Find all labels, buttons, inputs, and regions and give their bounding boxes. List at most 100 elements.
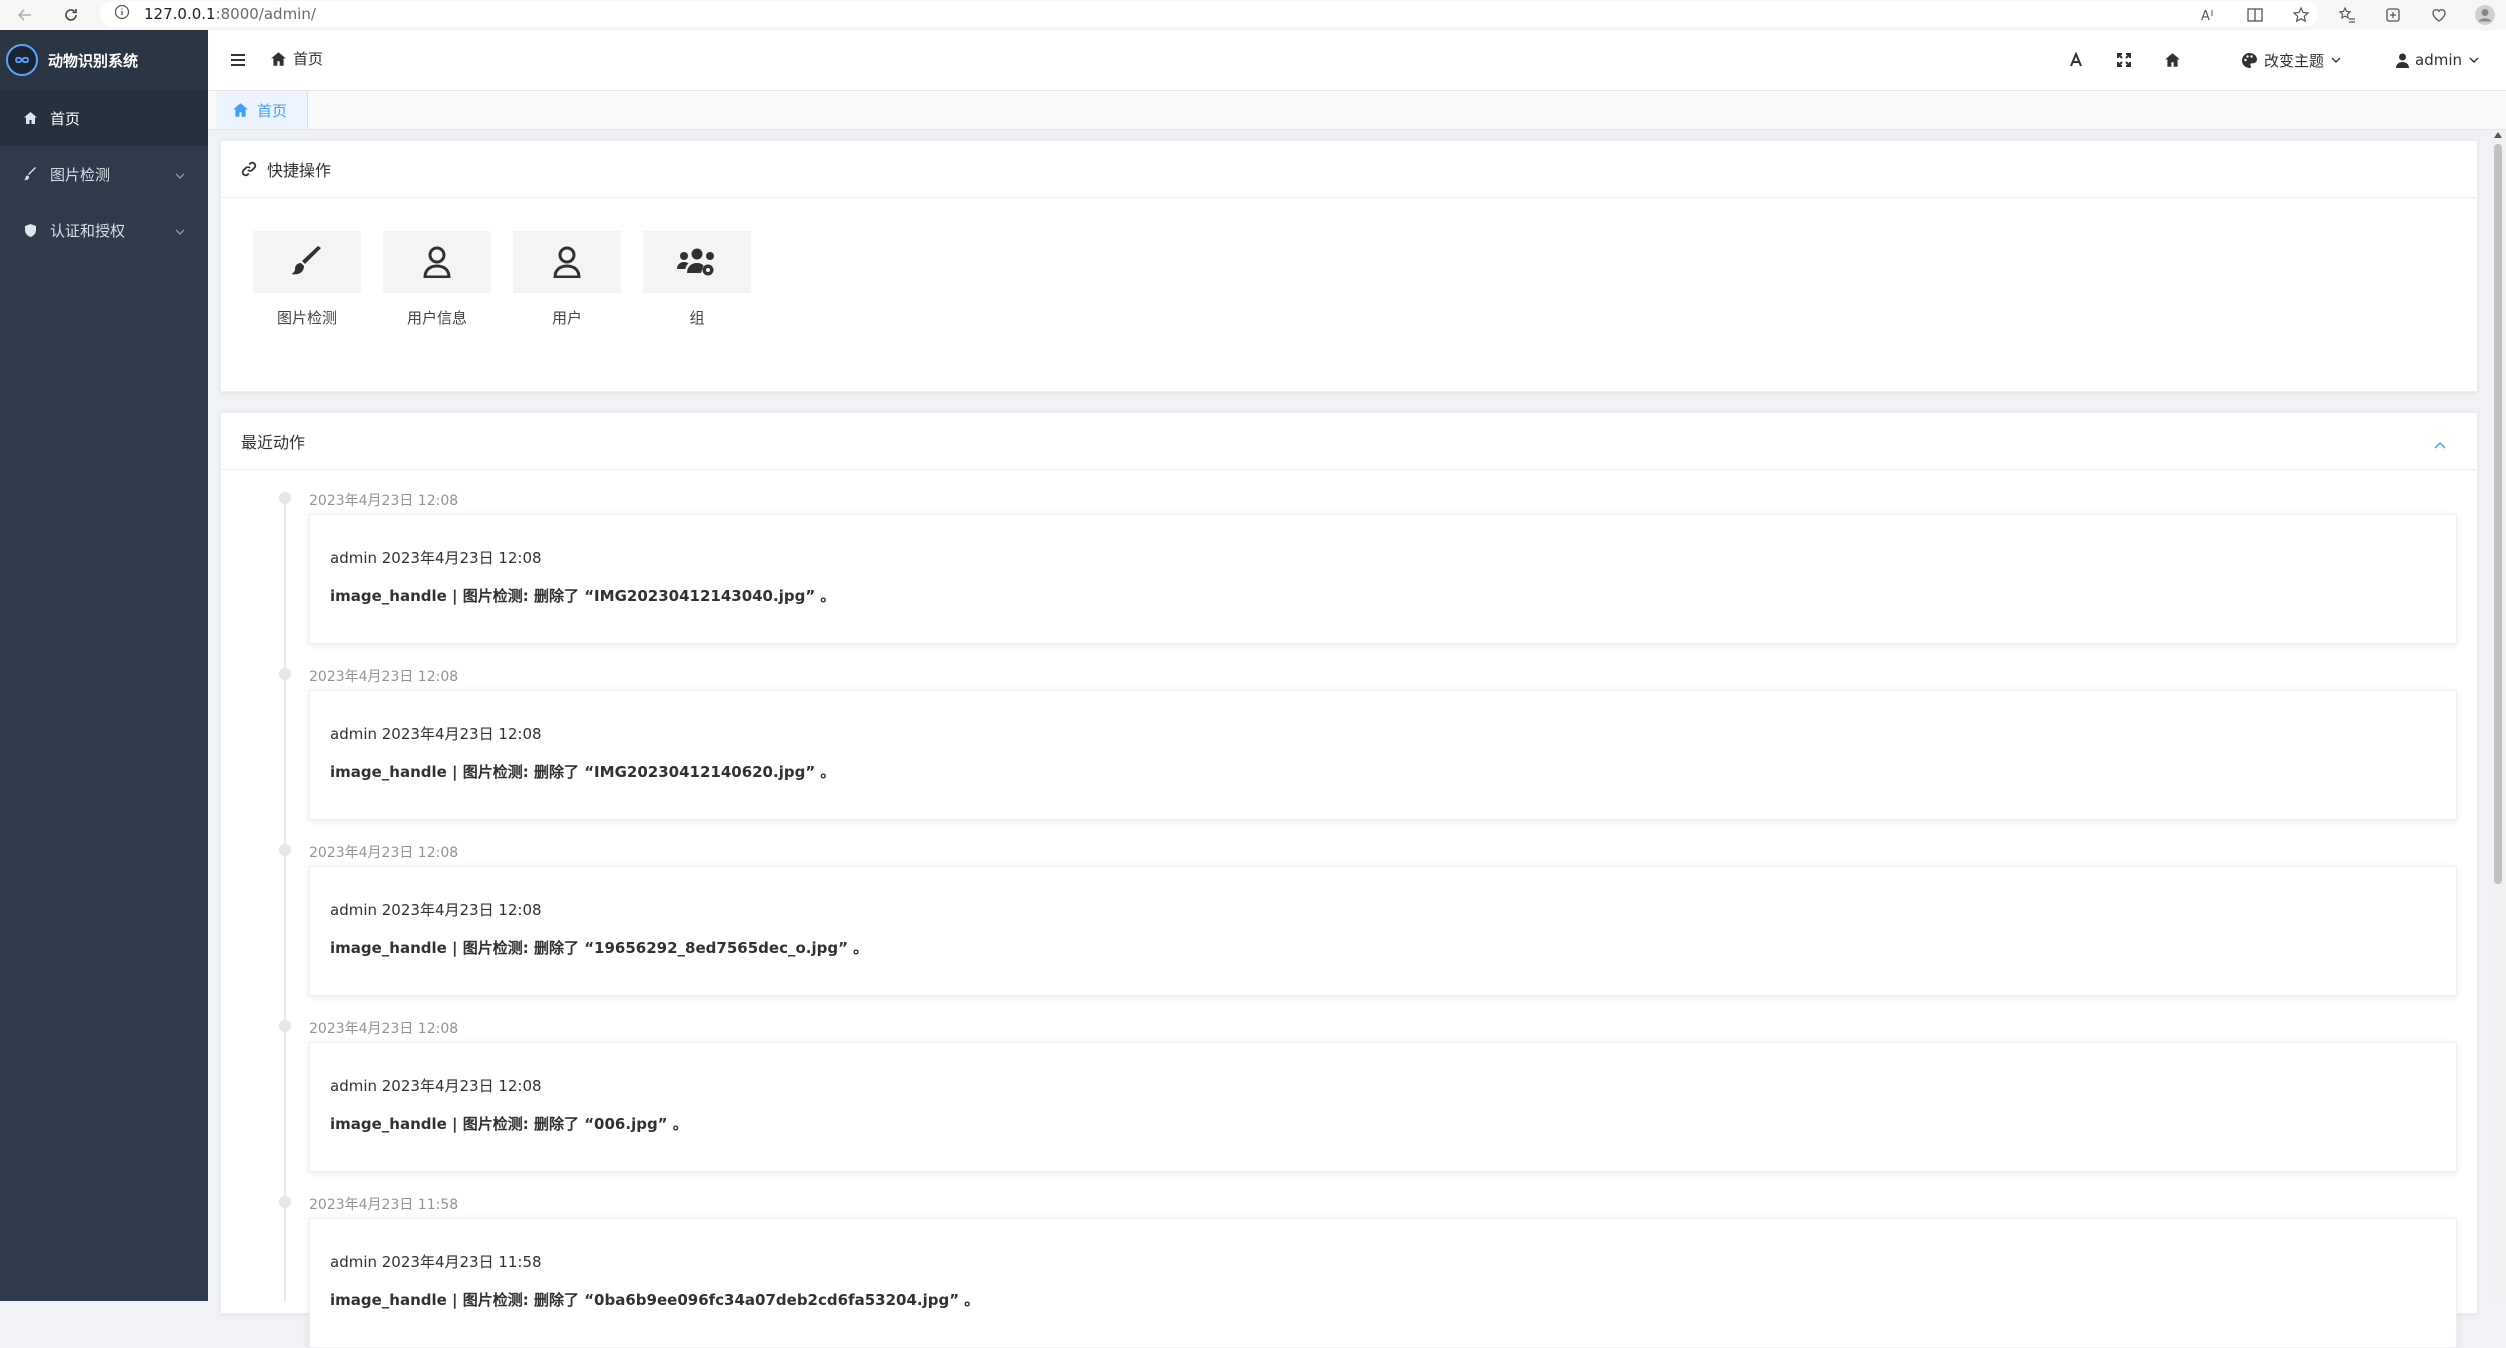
tabs-bar: 首页 xyxy=(208,91,2506,130)
font-icon xyxy=(2070,52,2082,67)
arrow-left-icon xyxy=(17,9,31,21)
chevron-up-icon xyxy=(2434,442,2446,449)
timeline-entry: admin 2023年4月23日 12:08 image_handle | 图片… xyxy=(309,514,2457,644)
brand[interactable]: 动物识别系统 xyxy=(0,30,208,90)
timeline-dot xyxy=(279,844,291,856)
quick-action-label: 用户 xyxy=(551,309,582,327)
user-label: admin xyxy=(2415,51,2462,69)
timeline-entry: admin 2023年4月23日 11:58 image_handle | 图片… xyxy=(309,1218,2457,1348)
timeline-dot xyxy=(279,492,291,504)
timeline-line xyxy=(284,495,286,1301)
entry-message[interactable]: image_handle | 图片检测: 删除了 “0ba6b9ee096fc3… xyxy=(330,1289,979,1310)
timeline-entry: admin 2023年4月23日 12:08 image_handle | 图片… xyxy=(309,1042,2457,1172)
theme-label: 改变主题 xyxy=(2263,51,2324,70)
browser-toolbar: 127.0.0.1:8000/admin/ A xyxy=(0,0,2506,31)
expand-icon xyxy=(2116,53,2131,67)
home-icon xyxy=(233,103,248,117)
recent-actions-header: 最近动作 xyxy=(221,413,2477,470)
tab-home[interactable]: 首页 xyxy=(216,91,309,129)
sidebar-item-home[interactable]: 首页 xyxy=(0,90,208,146)
shield-icon xyxy=(22,222,38,238)
chevron-down-icon xyxy=(2331,57,2341,63)
scroll-up-arrow[interactable] xyxy=(2494,132,2502,138)
brush-icon xyxy=(22,166,38,182)
reader-mode-icon[interactable] xyxy=(2242,2,2268,28)
timeline-time: 2023年4月23日 12:08 xyxy=(309,845,459,861)
read-aloud-icon[interactable]: A xyxy=(2196,2,2222,28)
font-size-button[interactable] xyxy=(2068,52,2084,68)
home-icon xyxy=(22,110,38,126)
sidebar-item-label: 图片检测 xyxy=(50,165,111,184)
sidebar-item-label: 首页 xyxy=(50,109,81,128)
site-home-button[interactable] xyxy=(2164,52,2181,68)
timeline-time: 2023年4月23日 12:08 xyxy=(309,493,459,509)
chevron-down-icon xyxy=(174,222,186,240)
back-button[interactable] xyxy=(12,2,38,28)
timeline-entry: admin 2023年4月23日 12:08 image_handle | 图片… xyxy=(309,690,2457,820)
quick-actions-header: 快捷操作 xyxy=(221,141,2477,198)
entry-author: admin 2023年4月23日 12:08 xyxy=(330,549,542,567)
brand-title: 动物识别系统 xyxy=(48,51,139,70)
favorites-list-icon[interactable] xyxy=(2334,2,2360,28)
user-icon xyxy=(553,246,581,278)
site-info-icon[interactable] xyxy=(114,4,130,24)
page-scrollbar[interactable] xyxy=(2490,130,2506,1301)
quick-action-groups[interactable]: 组 xyxy=(643,231,751,328)
top-header: 首页 改变主题 admin xyxy=(208,30,2506,91)
profile-avatar-icon[interactable] xyxy=(2472,2,2498,28)
url-path: :8000/admin/ xyxy=(215,5,316,23)
theme-dropdown[interactable]: 改变主题 xyxy=(2241,50,2342,71)
scroll-thumb[interactable] xyxy=(2494,144,2502,884)
link-icon xyxy=(241,161,257,177)
timeline-time: 2023年4月23日 11:58 xyxy=(309,1197,459,1213)
reload-icon xyxy=(65,9,77,21)
entry-author: admin 2023年4月23日 12:08 xyxy=(330,1077,542,1095)
quick-action-label: 用户信息 xyxy=(406,309,467,327)
entry-message[interactable]: image_handle | 图片检测: 删除了 “IMG20230412143… xyxy=(330,585,835,606)
collapse-button[interactable] xyxy=(2433,435,2457,454)
brush-icon xyxy=(291,246,321,275)
timeline-dot xyxy=(279,668,291,680)
sidebar-item-label: 认证和授权 xyxy=(50,221,126,240)
quick-action-user-info[interactable]: 用户信息 xyxy=(383,231,491,328)
browser-health-icon[interactable] xyxy=(2426,2,2452,28)
home-icon xyxy=(2165,53,2180,67)
svg-text:A: A xyxy=(2201,9,2210,24)
timeline-dot xyxy=(279,1020,291,1032)
quick-action-label: 图片检测 xyxy=(276,309,337,327)
entry-message[interactable]: image_handle | 图片检测: 删除了 “IMG20230412140… xyxy=(330,761,835,782)
user-icon xyxy=(423,246,451,278)
user-icon xyxy=(2396,53,2409,68)
palette-icon xyxy=(2241,52,2257,68)
timeline-time: 2023年4月23日 12:08 xyxy=(309,669,459,685)
breadcrumb[interactable]: 首页 xyxy=(270,48,323,69)
quick-action-users[interactable]: 用户 xyxy=(513,231,621,328)
url-host: 127.0.0.1 xyxy=(144,5,216,23)
entry-author: admin 2023年4月23日 12:08 xyxy=(330,725,542,743)
fullscreen-button[interactable] xyxy=(2116,52,2132,68)
sidebar: 动物识别系统 首页 图片检测 认证和授权 xyxy=(0,30,208,1301)
favorite-star-icon[interactable] xyxy=(2288,2,2314,28)
users-cog-icon xyxy=(677,248,714,276)
entry-message[interactable]: image_handle | 图片检测: 删除了 “006.jpg” 。 xyxy=(330,1113,688,1134)
timeline-time: 2023年4月23日 12:08 xyxy=(309,1021,459,1037)
menu-toggle-button[interactable] xyxy=(228,50,248,70)
quick-actions-card: 快捷操作 图片检测 用户信息 用户 组 xyxy=(220,140,2478,392)
sidebar-item-auth[interactable]: 认证和授权 xyxy=(0,202,208,258)
collections-icon[interactable] xyxy=(2380,2,2406,28)
address-bar[interactable]: 127.0.0.1:8000/admin/ xyxy=(100,1,2318,27)
quick-action-image-detect[interactable]: 图片检测 xyxy=(253,231,361,328)
reload-button[interactable] xyxy=(58,2,84,28)
breadcrumb-label: 首页 xyxy=(293,50,324,68)
hamburger-icon xyxy=(231,54,245,66)
tab-label: 首页 xyxy=(257,101,288,120)
logo-icon xyxy=(6,44,38,76)
entry-author: admin 2023年4月23日 12:08 xyxy=(330,901,542,919)
entry-message[interactable]: image_handle | 图片检测: 删除了 “19656292_8ed75… xyxy=(330,937,868,958)
timeline-entry: admin 2023年4月23日 12:08 image_handle | 图片… xyxy=(309,866,2457,996)
user-dropdown[interactable]: admin xyxy=(2396,51,2480,69)
home-icon xyxy=(271,51,286,66)
recent-actions-title: 最近动作 xyxy=(241,433,306,452)
sidebar-item-image-detect[interactable]: 图片检测 xyxy=(0,146,208,202)
timeline-dot xyxy=(279,1196,291,1208)
